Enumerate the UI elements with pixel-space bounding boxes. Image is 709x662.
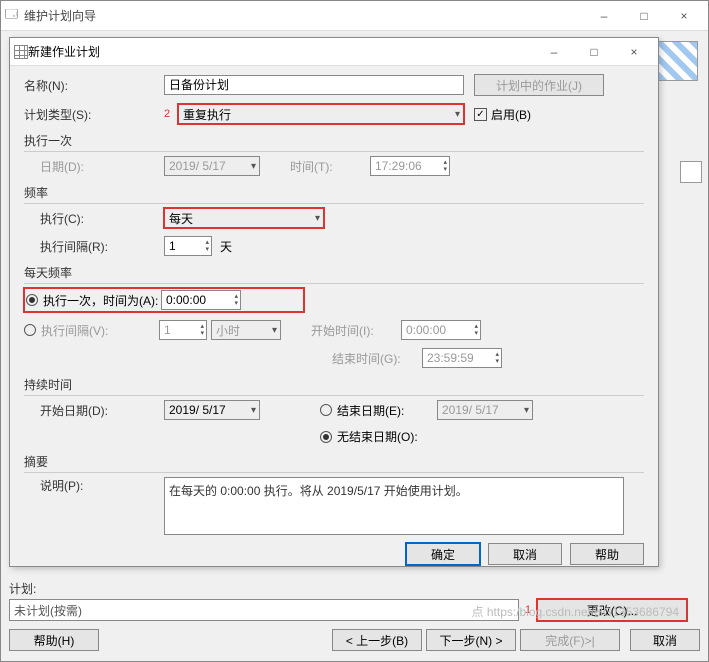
dialog-title: 新建作业计划 xyxy=(28,43,100,60)
no-end-label: 无结束日期(O): xyxy=(337,428,418,445)
calendar-icon xyxy=(14,45,28,59)
end-date-radio[interactable] xyxy=(320,404,332,416)
schedule-dialog: 新建作业计划 – □ × 名称(N): 日备份计划 计划中的作业(J) 计划类型… xyxy=(9,37,659,567)
side-button[interactable] xyxy=(680,161,702,183)
change-button[interactable]: 更改(C)... xyxy=(537,599,687,621)
end-date-label: 结束日期(E): xyxy=(337,402,437,419)
interval-unit: 天 xyxy=(220,238,232,255)
outer-min-button[interactable]: – xyxy=(584,2,624,30)
dialog-max-button[interactable]: □ xyxy=(574,38,614,66)
outer-max-button[interactable]: □ xyxy=(624,2,664,30)
next-button[interactable]: 下一步(N) > xyxy=(426,629,516,651)
start-date-picker[interactable]: 2019/ 5/17 xyxy=(164,400,260,420)
outer-close-button[interactable]: × xyxy=(664,2,704,30)
daily-group: 每天频率 xyxy=(24,264,644,284)
summary-group: 摘要 xyxy=(24,453,644,473)
type-select[interactable]: 重复执行 xyxy=(178,104,464,124)
dialog-min-button[interactable]: – xyxy=(534,38,574,66)
wizard-cancel-button[interactable]: 取消 xyxy=(630,629,700,651)
name-label: 名称(N): xyxy=(24,77,164,94)
annotation-1: 1 xyxy=(525,604,531,616)
daily-unit-select: 小时 xyxy=(211,320,281,340)
wizard-banner-icon xyxy=(658,41,698,81)
exec-label: 执行(C): xyxy=(24,210,164,227)
exec-select[interactable]: 每天 xyxy=(164,208,324,228)
no-end-radio[interactable] xyxy=(320,431,332,443)
once-time-picker: 17:29:06 xyxy=(370,156,450,176)
finish-button: 完成(F)>| xyxy=(520,629,620,651)
start-date-label: 开始日期(D): xyxy=(24,402,164,419)
interval-radio[interactable] xyxy=(24,324,36,336)
wizard-help-button[interactable]: 帮助(H) xyxy=(9,629,99,651)
desc-label: 说明(P): xyxy=(24,477,164,494)
start-time-label: 开始时间(I): xyxy=(311,322,401,339)
ok-button[interactable]: 确定 xyxy=(406,543,480,565)
annotation-2: 2 xyxy=(164,108,178,120)
interval-spinner[interactable]: 1 xyxy=(164,236,212,256)
outer-window: 🗔 维护计划向导 – □ × 新建作业计划 – □ × 名称(N): 日备份计划… xyxy=(0,0,709,662)
enable-checkbox[interactable]: ✓ xyxy=(474,108,487,121)
desc-textarea[interactable]: 在每天的 0:00:00 执行。将从 2019/5/17 开始使用计划。 xyxy=(164,477,624,535)
once-time-label: 时间(T): xyxy=(290,158,370,175)
plan-display: 未计划(按需) xyxy=(9,599,519,621)
once-date-label: 日期(D): xyxy=(24,158,164,175)
once-radio[interactable] xyxy=(26,294,38,306)
once-group: 执行一次 xyxy=(24,132,644,152)
prev-button[interactable]: < 上一步(B) xyxy=(332,629,422,651)
end-time-label: 结束时间(G): xyxy=(332,350,422,367)
enable-label: 启用(B) xyxy=(491,106,531,123)
once-time-spinner[interactable]: 0:00:00 xyxy=(161,290,241,310)
once-at-label: 执行一次，时间为(A): xyxy=(43,292,161,309)
name-input[interactable]: 日备份计划 xyxy=(164,75,464,95)
once-date-picker: 2019/ 5/17 xyxy=(164,156,260,176)
type-label: 计划类型(S): xyxy=(24,106,164,123)
daily-interval-spinner: 1 xyxy=(159,320,207,340)
help-button[interactable]: 帮助 xyxy=(570,543,644,565)
jobs-in-schedule-button: 计划中的作业(J) xyxy=(474,74,604,96)
end-date-picker: 2019/ 5/17 xyxy=(437,400,533,420)
plan-label: 计划: xyxy=(9,580,700,597)
end-time-spinner: 23:59:59 xyxy=(422,348,502,368)
start-time-spinner: 0:00:00 xyxy=(401,320,481,340)
outer-titlebar: 🗔 维护计划向导 – □ × xyxy=(1,1,708,31)
interval-label: 执行间隔(R): xyxy=(24,238,164,255)
freq-group: 频率 xyxy=(24,184,644,204)
dialog-close-button[interactable]: × xyxy=(614,38,654,66)
dialog-titlebar: 新建作业计划 – □ × xyxy=(10,38,658,66)
cancel-button[interactable]: 取消 xyxy=(488,543,562,565)
wizard-icon: 🗔 xyxy=(5,5,18,26)
daily-interval-label: 执行间隔(V): xyxy=(41,322,159,339)
outer-title: 维护计划向导 xyxy=(24,7,96,24)
duration-group: 持续时间 xyxy=(24,376,644,396)
